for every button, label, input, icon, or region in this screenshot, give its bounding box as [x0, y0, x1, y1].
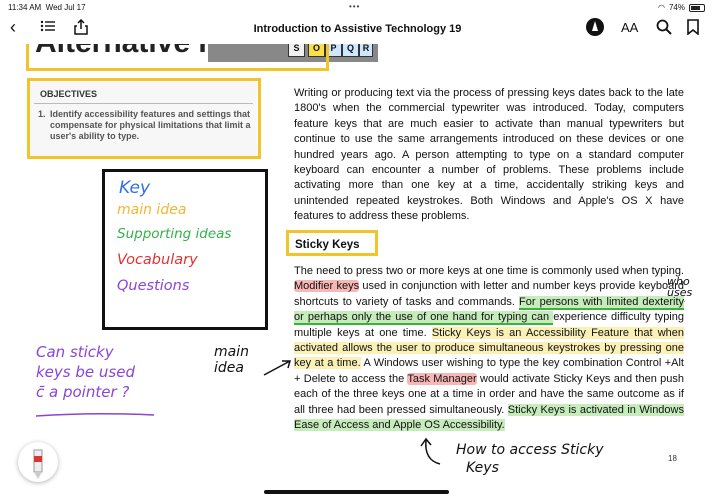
legend-key: Key: [119, 178, 151, 198]
legend-main-idea: main idea: [117, 202, 187, 218]
objectives-highlight-box: [27, 78, 261, 159]
multitask-dots-icon[interactable]: •••: [349, 2, 360, 11]
vocab-highlight: Task Manager: [407, 372, 477, 385]
handwritten-main-idea-note: main idea: [214, 344, 249, 376]
keyboard-key: R: [359, 44, 373, 57]
intro-paragraph: Writing or producing text via the proces…: [294, 87, 684, 223]
battery-percent: 74%: [668, 3, 685, 12]
sticky-keys-paragraph: The need to press two or more keys at on…: [294, 265, 685, 432]
curved-arrow-icon: [420, 437, 441, 465]
pencil-tool-button[interactable]: [18, 442, 58, 482]
legend-supporting-ideas: Supporting ideas: [117, 226, 232, 242]
arrow-icon: [263, 360, 291, 376]
battery-icon: [689, 3, 705, 12]
handwritten-question: Can sticky keys be used c̄ a pointer ?: [36, 343, 135, 401]
annotation-key-legend: Key main idea Supporting ideas Vocabular…: [102, 169, 268, 330]
markup-pen-icon[interactable]: [585, 17, 605, 42]
reader-toolbar: ‹ Introduction to Assistive Technology 1…: [0, 14, 715, 44]
handwritten-how-to-access: How to access Sticky Keys: [456, 442, 604, 476]
wifi-icon: ◠: [658, 3, 665, 12]
heading-highlight-box: [26, 44, 329, 71]
text-size-button[interactable]: AA: [621, 20, 638, 35]
page-number: 18: [668, 454, 677, 463]
status-time: 11:34 AM Wed Jul 17: [8, 3, 86, 12]
home-indicator[interactable]: [264, 490, 449, 494]
search-icon[interactable]: [656, 19, 672, 40]
legend-vocabulary: Vocabulary: [117, 252, 198, 268]
section-heading: Sticky Keys: [286, 230, 378, 256]
pencil-icon: [33, 449, 43, 479]
question-underline: [35, 412, 155, 417]
bookmark-icon[interactable]: [687, 19, 699, 40]
book-page: Alternative Keys O P Q R S OBJECTIVES 1.…: [0, 44, 715, 499]
legend-questions: Questions: [117, 278, 190, 294]
vocab-highlight: Modifier keys: [294, 280, 360, 293]
keyboard-key: Q: [342, 44, 359, 57]
book-title: Introduction to Assistive Technology 19: [253, 23, 462, 35]
status-bar: 11:34 AM Wed Jul 17 ••• ◠ 74%: [0, 0, 715, 14]
